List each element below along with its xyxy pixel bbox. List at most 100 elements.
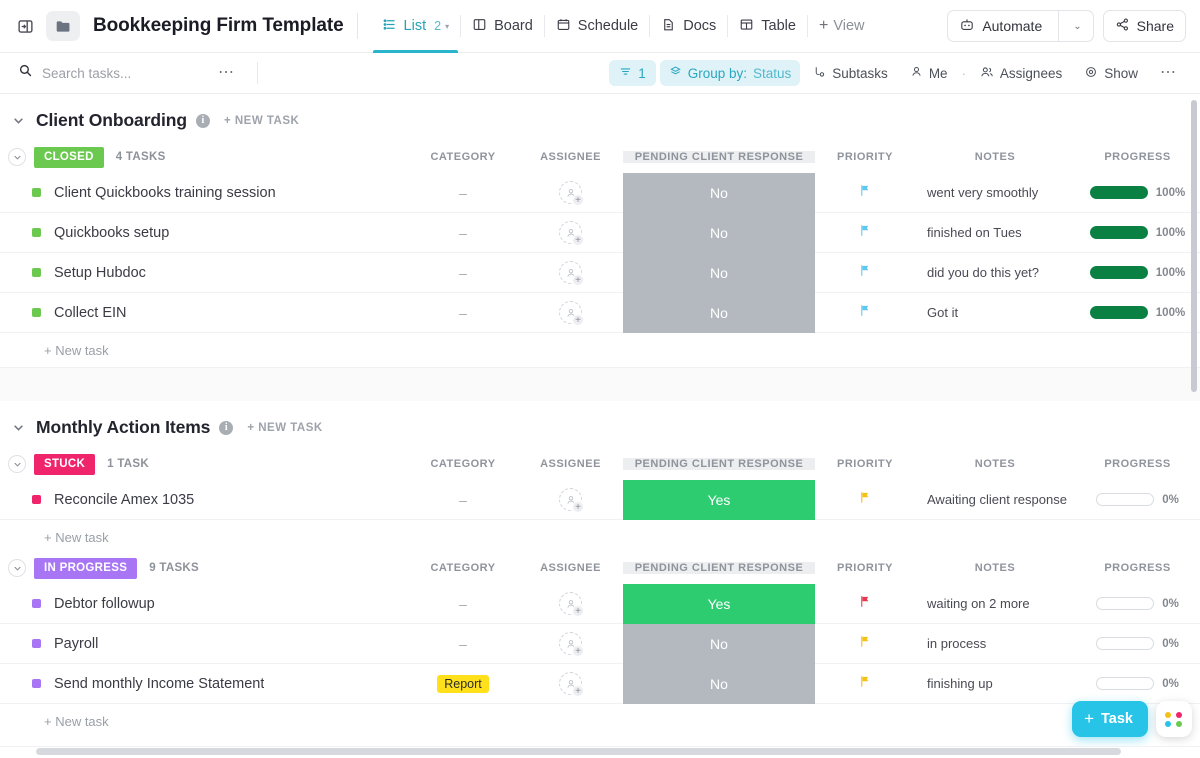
category-cell[interactable]: – [408, 253, 518, 293]
pending-client-response-cell[interactable]: No [623, 173, 815, 213]
progress-cell[interactable]: 100% [1075, 173, 1200, 213]
status-group-header[interactable]: STUCK1 TASKCATEGORYASSIGNEEPENDING CLIEN… [0, 450, 1200, 478]
progress-cell[interactable]: 100% [1075, 213, 1200, 253]
category-tag[interactable]: Report [437, 675, 489, 693]
task-name-cell[interactable]: Quickbooks setup [0, 225, 408, 241]
group-header[interactable]: Monthly Action Itemsi+ NEW TASK [0, 401, 1200, 450]
info-icon[interactable]: i [219, 421, 233, 435]
search-box[interactable] [18, 63, 218, 83]
priority-cell[interactable] [815, 664, 915, 704]
notes-cell[interactable]: went very smoothly [915, 173, 1075, 213]
table-row[interactable]: Client Quickbooks training session– + No we… [0, 173, 1200, 213]
assignee-cell[interactable]: + [518, 480, 623, 520]
share-button[interactable]: Share [1103, 10, 1186, 42]
notes-cell[interactable]: Awaiting client response [915, 480, 1075, 520]
tab-list[interactable]: List 2 ▾ [371, 0, 461, 53]
chevron-down-icon[interactable]: ▾ [445, 22, 449, 31]
category-cell[interactable]: Report [408, 664, 518, 704]
assignee-cell[interactable]: + [518, 213, 623, 253]
assignee-avatar-placeholder[interactable]: + [559, 632, 582, 655]
priority-cell[interactable] [815, 213, 915, 253]
me-button[interactable]: Me [901, 60, 957, 86]
vertical-scrollbar[interactable] [1191, 100, 1197, 392]
assignee-avatar-placeholder[interactable]: + [559, 672, 582, 695]
notes-cell[interactable]: finishing up [915, 664, 1075, 704]
notes-cell[interactable]: did you do this yet? [915, 253, 1075, 293]
automate-button[interactable]: Automate ⌄ [947, 10, 1093, 42]
table-row[interactable]: Debtor followup–+Yeswaiting on 2 more0% [0, 584, 1200, 624]
group-by-button[interactable]: Group by: Status [660, 60, 801, 86]
pending-client-response-cell[interactable]: Yes [623, 480, 815, 520]
task-name-cell[interactable]: Reconcile Amex 1035 [0, 492, 408, 508]
category-cell[interactable]: – [408, 213, 518, 253]
assignee-avatar-placeholder[interactable]: + [559, 181, 582, 204]
priority-cell[interactable] [815, 173, 915, 213]
chevron-down-icon[interactable] [8, 559, 26, 577]
progress-cell[interactable]: 0% [1075, 624, 1200, 664]
notes-cell[interactable]: waiting on 2 more [915, 584, 1075, 624]
tab-board[interactable]: Board [461, 0, 544, 53]
task-name-cell[interactable]: Send monthly Income Statement [0, 676, 408, 692]
priority-cell[interactable] [815, 624, 915, 664]
chevron-down-icon[interactable]: ⌄ [1068, 21, 1081, 32]
status-group-header[interactable]: CLOSED4 TASKSCATEGORYASSIGNEEPENDING CLI… [0, 143, 1200, 171]
chevron-down-icon[interactable] [10, 112, 27, 129]
status-badge[interactable]: IN PROGRESS [34, 558, 137, 579]
tab-schedule[interactable]: Schedule [545, 0, 649, 53]
assignees-button[interactable]: Assignees [971, 60, 1071, 86]
priority-cell[interactable] [815, 480, 915, 520]
category-cell[interactable]: – [408, 293, 518, 333]
group-header[interactable]: Client Onboardingi+ NEW TASK [0, 94, 1200, 143]
assignee-cell[interactable]: + [518, 584, 623, 624]
table-row[interactable]: Send monthly Income Statement Report + No fi… [0, 664, 1200, 704]
assignee-avatar-placeholder[interactable]: + [559, 488, 582, 511]
table-row[interactable]: Setup Hubdoc– + No did you do this yet?100% [0, 253, 1200, 293]
assignee-avatar-placeholder[interactable]: + [559, 592, 582, 615]
assignee-cell[interactable]: + [518, 293, 623, 333]
assignee-cell[interactable]: + [518, 664, 623, 704]
task-name-cell[interactable]: Setup Hubdoc [0, 265, 408, 281]
tab-docs[interactable]: Docs [650, 0, 727, 53]
pending-client-response-cell[interactable]: No [623, 253, 815, 293]
table-row[interactable]: Collect EIN– + No Got it100% [0, 293, 1200, 333]
chevron-down-icon[interactable] [8, 148, 26, 166]
chevron-down-icon[interactable] [8, 455, 26, 473]
assignee-avatar-placeholder[interactable]: + [559, 261, 582, 284]
pending-client-response-cell[interactable]: No [623, 664, 815, 704]
assignee-avatar-placeholder[interactable]: + [559, 301, 582, 324]
horizontal-scrollbar[interactable] [36, 748, 1121, 755]
table-row[interactable]: Quickbooks setup– + No finished on Tues100% [0, 213, 1200, 253]
task-name-cell[interactable]: Client Quickbooks training session [0, 185, 408, 201]
show-button[interactable]: Show [1075, 60, 1147, 86]
search-more-icon[interactable]: ⋯ [218, 68, 235, 78]
table-row[interactable]: Payroll–+Noin process0% [0, 624, 1200, 664]
search-input[interactable] [42, 66, 202, 81]
progress-cell[interactable]: 100% [1075, 253, 1200, 293]
status-group-header[interactable]: IN PROGRESS9 TASKSCATEGORYASSIGNEEPENDIN… [0, 554, 1200, 582]
task-name-cell[interactable]: Debtor followup [0, 596, 408, 612]
group-new-task-button[interactable]: + NEW TASK [224, 115, 299, 127]
assignee-cell[interactable]: + [518, 173, 623, 213]
notes-cell[interactable]: in process [915, 624, 1075, 664]
info-icon[interactable]: i [196, 114, 210, 128]
notes-cell[interactable]: finished on Tues [915, 213, 1075, 253]
toolbar-more-button[interactable]: ⋯ [1151, 60, 1186, 86]
filter-button[interactable]: 1 [609, 60, 656, 86]
pending-client-response-cell[interactable]: No [623, 624, 815, 664]
progress-cell[interactable]: 0% [1075, 480, 1200, 520]
status-badge[interactable]: STUCK [34, 454, 95, 475]
group-new-task-button[interactable]: + NEW TASK [247, 422, 322, 434]
progress-cell[interactable]: 100% [1075, 293, 1200, 333]
subtasks-button[interactable]: Subtasks [804, 60, 897, 86]
category-cell[interactable]: – [408, 624, 518, 664]
progress-cell[interactable]: 0% [1075, 664, 1200, 704]
task-name-cell[interactable]: Collect EIN [0, 305, 408, 321]
notes-cell[interactable]: Got it [915, 293, 1075, 333]
assignee-avatar-placeholder[interactable]: + [559, 221, 582, 244]
pending-client-response-cell[interactable]: Yes [623, 584, 815, 624]
add-task-fab[interactable]: + Task [1072, 701, 1148, 737]
category-cell[interactable]: – [408, 173, 518, 213]
pending-client-response-cell[interactable]: No [623, 213, 815, 253]
assignee-cell[interactable]: + [518, 624, 623, 664]
pending-client-response-cell[interactable]: No [623, 293, 815, 333]
